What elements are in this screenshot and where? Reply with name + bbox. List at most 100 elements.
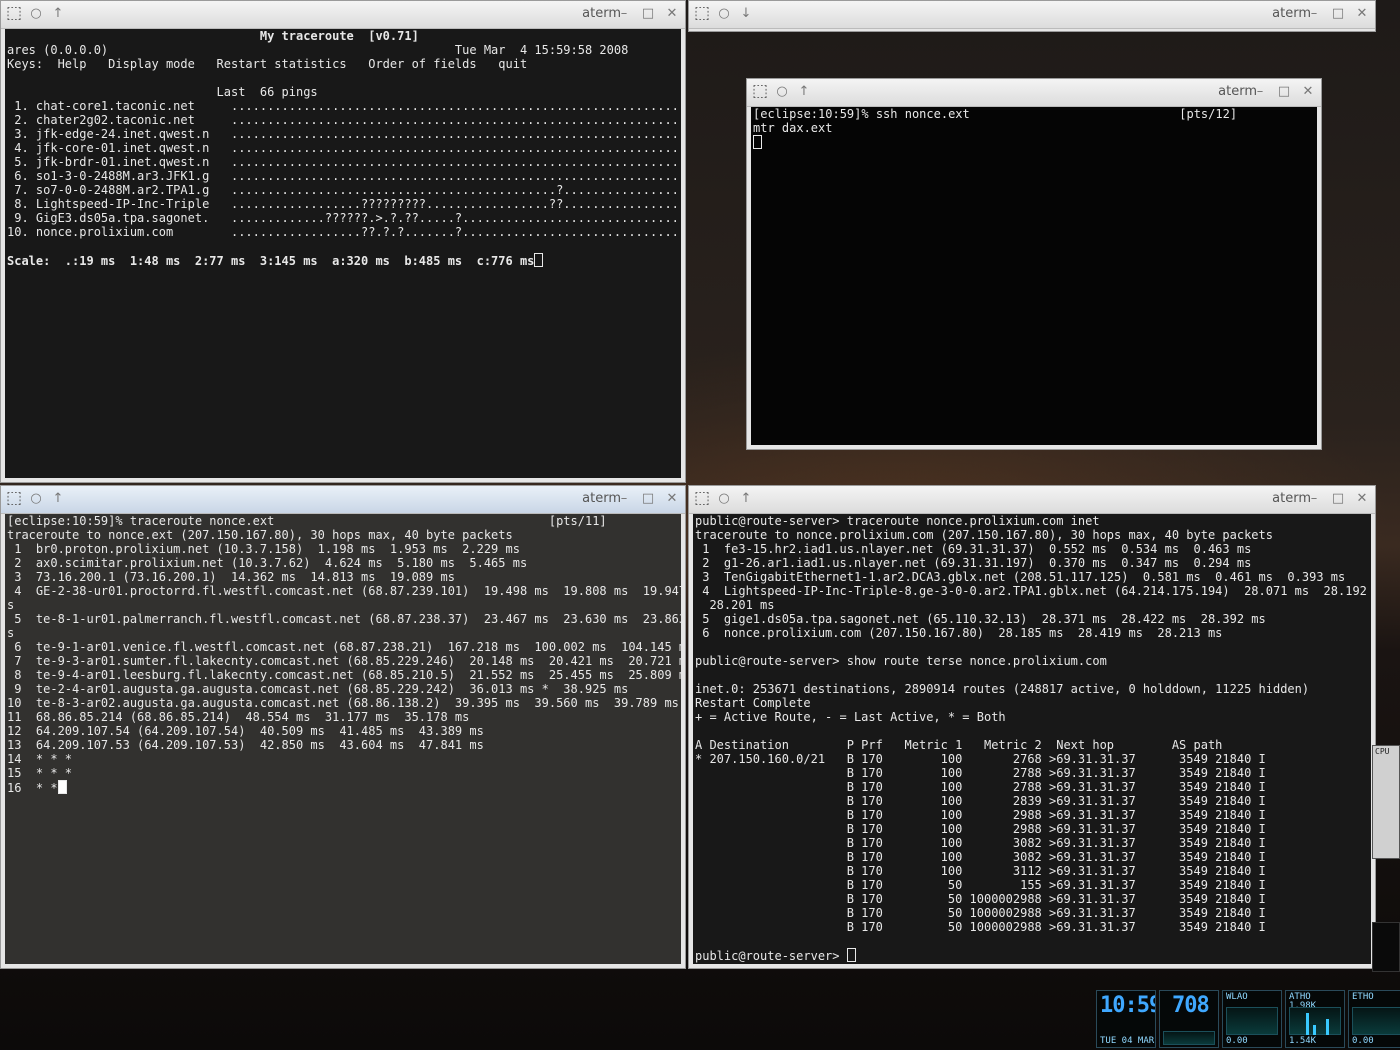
shade-icon[interactable]: ○ — [27, 4, 45, 22]
terminal-line: 4. jfk-core-01.inet.qwest.n ............… — [7, 141, 681, 155]
terminal-line-text: 3. jfk-edge-24.inet.qwest.n ............… — [7, 127, 681, 141]
close-icon[interactable]: ✕ — [663, 4, 681, 22]
terminal-mtr[interactable]: My traceroute [v0.71] ares (0.0.0.0) Tue … — [5, 29, 681, 478]
maximize-icon[interactable]: □ — [1329, 489, 1347, 507]
terminal-line-text: s — [7, 626, 15, 640]
titlebar[interactable]: ⬚ ○ ↑ aterm – □ ✕ — [1, 486, 685, 514]
terminal-line: 11 68.86.85.214 (68.86.85.214) 48.554 ms… — [7, 710, 679, 724]
maximize-icon[interactable]: □ — [1275, 82, 1293, 100]
terminal-line: 3 TenGigabitEthernet1-1.ar2.DCA3.gblx.ne… — [695, 570, 1369, 584]
terminal-line: 5. jfk-brdr-01.inet.qwest.n ............… — [7, 155, 681, 169]
terminal-line: Scale: .:19 ms 1:48 ms 2:77 ms 3:145 ms … — [7, 253, 679, 268]
cursor — [534, 253, 544, 267]
cpu-side-label: CPU — [1375, 747, 1390, 756]
terminal-line: Restart Complete — [695, 696, 1369, 710]
cpu-dockapp[interactable]: 708 — [1159, 990, 1219, 1048]
window-menu-icon[interactable]: ⬚ — [5, 3, 23, 23]
eth-dockapp[interactable]: ETHO 0.00 — [1348, 990, 1400, 1048]
ath-dockapp[interactable]: ATHO 1.98K 1.54K — [1285, 990, 1345, 1048]
window-aterm-top-right[interactable]: ⬚ ○ ↓ aterm – □ ✕ — [688, 0, 1376, 32]
minimize-icon[interactable]: – — [615, 489, 633, 507]
terminal-line: 10 te-8-3-ar02.augusta.ga.augusta.comcas… — [7, 696, 679, 710]
terminal-line: inet.0: 253671 destinations, 2890914 rou… — [695, 682, 1369, 696]
terminal-line: 2 g1-26.ar1.iad1.us.nlayer.net (69.31.31… — [695, 556, 1369, 570]
cursor — [753, 135, 762, 149]
terminal-line: public@route-server> show route terse no… — [695, 654, 1369, 668]
terminal-line-text: B 170 100 2988 >69.31.31.37 3549 21840 I — [695, 822, 1266, 836]
terminal-line: 12 64.209.107.54 (64.209.107.54) 40.509 … — [7, 724, 679, 738]
terminal-line-text: public@route-server> traceroute nonce.pr… — [695, 514, 1100, 528]
terminal-line-text: 4 GE-2-38-ur01.proctorrd.fl.westfl.comca… — [7, 584, 681, 598]
terminal-line-text: 2. chater2g02.taconic.net ..............… — [7, 113, 681, 127]
terminal-line: B 170 100 2988 >69.31.31.37 3549 21840 I — [695, 808, 1369, 822]
window-menu-icon[interactable]: ⬚ — [5, 488, 23, 508]
terminal-line: 16 * * — [7, 780, 679, 795]
window-route-server[interactable]: ⬚ ○ ↑ aterm – □ ✕ public@route-server> t… — [688, 485, 1376, 969]
cursor — [846, 948, 856, 962]
minimize-icon[interactable]: – — [615, 4, 633, 22]
lower-icon[interactable]: ↓ — [737, 4, 755, 22]
terminal-line-text: traceroute to nonce.prolixium.com (207.1… — [695, 528, 1273, 542]
shade-icon[interactable]: ○ — [715, 4, 733, 22]
terminal-line-text: 2 ax0.scimitar.prolixium.net (10.3.7.62)… — [7, 556, 528, 570]
maximize-icon[interactable]: □ — [639, 4, 657, 22]
raise-icon[interactable]: ↑ — [737, 489, 755, 507]
window-traceroute[interactable]: ⬚ ○ ↑ aterm – □ ✕ [eclipse:10:59]% trace… — [0, 485, 686, 969]
minimize-icon[interactable]: – — [1305, 4, 1323, 22]
window-menu-icon[interactable]: ⬚ — [693, 3, 711, 23]
minimize-icon[interactable]: – — [1251, 82, 1269, 100]
window-menu-icon[interactable]: ⬚ — [693, 488, 711, 508]
titlebar[interactable]: ⬚ ○ ↑ aterm – □ ✕ — [747, 79, 1321, 107]
terminal-line-text: B 170 100 3082 >69.31.31.37 3549 21840 I — [695, 836, 1266, 850]
raise-icon[interactable]: ↑ — [795, 82, 813, 100]
terminal-line: s — [7, 626, 679, 640]
terminal-line-text: + = Active Route, - = Last Active, * = B… — [695, 710, 1006, 724]
raise-icon[interactable]: ↑ — [49, 489, 67, 507]
terminal-line-text: ares (0.0.0.0) Tue Mar 4 15:59:58 2008 — [7, 43, 629, 57]
raise-icon[interactable]: ↑ — [49, 4, 67, 22]
terminal-line-text: [eclipse:10:59]% traceroute nonce.ext [p… — [7, 514, 607, 528]
titlebar[interactable]: ⬚ ○ ↓ aterm – □ ✕ — [689, 1, 1375, 29]
terminal-line-text: traceroute to nonce.ext (207.150.167.80)… — [7, 528, 513, 542]
shade-icon[interactable]: ○ — [715, 489, 733, 507]
terminal-line: B 170 100 3112 >69.31.31.37 3549 21840 I — [695, 864, 1369, 878]
terminal-line-text: 4. jfk-core-01.inet.qwest.n ............… — [7, 141, 681, 155]
terminal-line: A Destination P Prf Metric 1 Metric 2 Ne… — [695, 738, 1369, 752]
window-ssh[interactable]: ⬚ ○ ↑ aterm – □ ✕ [eclipse:10:59]% ssh n… — [746, 78, 1322, 450]
window-menu-icon[interactable]: ⬚ — [751, 81, 769, 101]
close-icon[interactable]: ✕ — [1353, 489, 1371, 507]
terminal-line: 5 te-8-1-ur01.palmerranch.fl.westfl.comc… — [7, 612, 681, 626]
terminal-line: public@route-server> — [695, 948, 1369, 963]
ath-tx: 1.54K — [1289, 1036, 1317, 1046]
terminal-line: 3 73.16.200.1 (73.16.200.1) 14.362 ms 14… — [7, 570, 679, 584]
window-mtr[interactable]: ⬚ ○ ↑ aterm – □ ✕ My traceroute [v0.71] a… — [0, 0, 686, 483]
shade-icon[interactable]: ○ — [27, 489, 45, 507]
wlan-dockapp[interactable]: WLAO 0.00 — [1222, 990, 1282, 1048]
terminal-line: 2 ax0.scimitar.prolixium.net (10.3.7.62)… — [7, 556, 679, 570]
terminal-line: 1 br0.proton.prolixium.net (10.3.7.158) … — [7, 542, 679, 556]
terminal-line-text: inet.0: 253671 destinations, 2890914 rou… — [695, 682, 1310, 696]
minimize-icon[interactable]: – — [1305, 489, 1323, 507]
terminal-line: 1 fe3-15.hr2.iad1.us.nlayer.net (69.31.3… — [695, 542, 1369, 556]
maximize-icon[interactable]: □ — [1329, 4, 1347, 22]
terminal-line: * 207.150.160.0/21 B 170 100 2768 >69.31… — [695, 752, 1369, 766]
terminal-line-text: B 170 50 155 >69.31.31.37 3549 21840 I — [695, 878, 1266, 892]
terminal-traceroute[interactable]: [eclipse:10:59]% traceroute nonce.ext [p… — [5, 514, 681, 964]
close-icon[interactable]: ✕ — [1299, 82, 1317, 100]
clock-dockapp[interactable]: 10:59 TUE 04 MAR — [1096, 990, 1156, 1048]
terminal-line: B 170 100 2839 >69.31.31.37 3549 21840 I — [695, 794, 1369, 808]
titlebar[interactable]: ⬚ ○ ↑ aterm – □ ✕ — [1, 1, 685, 29]
titlebar[interactable]: ⬚ ○ ↑ aterm – □ ✕ — [689, 486, 1375, 514]
terminal-route-server[interactable]: public@route-server> traceroute nonce.pr… — [693, 514, 1371, 964]
shade-icon[interactable]: ○ — [773, 82, 791, 100]
maximize-icon[interactable]: □ — [639, 489, 657, 507]
terminal-ssh[interactable]: [eclipse:10:59]% ssh nonce.ext [pts/12] m… — [751, 107, 1317, 445]
terminal-line: 13 64.209.107.53 (64.209.107.53) 42.850 … — [7, 738, 679, 752]
terminal-line-text: 8. Lightspeed-IP-Inc-Triple ............… — [7, 197, 681, 211]
close-icon[interactable]: ✕ — [1353, 4, 1371, 22]
terminal-line: B 170 50 1000002988 >69.31.31.37 3549 21… — [695, 906, 1369, 920]
terminal-line: [eclipse:10:59]% ssh nonce.ext [pts/12] — [753, 107, 1315, 121]
terminal-line: traceroute to nonce.prolixium.com (207.1… — [695, 528, 1369, 542]
close-icon[interactable]: ✕ — [663, 489, 681, 507]
